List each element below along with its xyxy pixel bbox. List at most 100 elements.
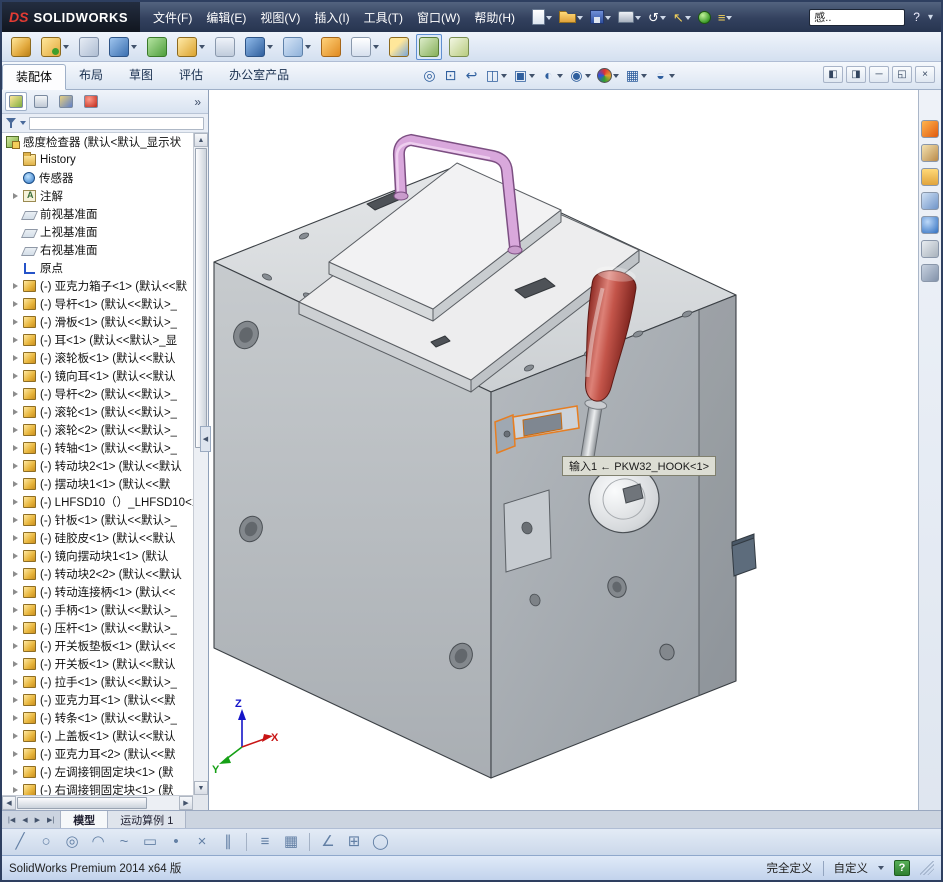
expand-arrow-icon[interactable]: [12, 316, 22, 328]
titlebar-tool-button[interactable]: [616, 10, 643, 24]
dropdown-arrow-icon[interactable]: [659, 15, 666, 23]
expand-arrow-icon[interactable]: [12, 748, 22, 760]
expand-arrow-icon[interactable]: [12, 190, 22, 202]
tree-item[interactable]: (-) 硅胶皮<1> (默认<<默认: [2, 529, 193, 547]
toolbar-button[interactable]: [446, 34, 472, 60]
expand-arrow-icon[interactable]: [12, 532, 22, 544]
dropdown-arrow-icon[interactable]: [585, 73, 591, 81]
document-tab[interactable]: 模型: [61, 811, 109, 828]
tree-item[interactable]: (-) 开关板垫板<1> (默认<<: [2, 637, 193, 655]
titlebar-tool-button[interactable]: [696, 10, 713, 25]
tree-item[interactable]: (-) 导杆<1> (默认<<默认>_: [2, 295, 193, 313]
document-tab[interactable]: 运动算例 1: [108, 811, 187, 828]
tree-item[interactable]: 前视基准面: [2, 205, 193, 223]
toolbar-button[interactable]: [76, 34, 102, 60]
tree-item[interactable]: (-) LHFSD10（）_LHFSD10<1: [2, 493, 193, 511]
expand-arrow-icon[interactable]: [12, 388, 22, 400]
scroll-down-icon[interactable]: [194, 781, 208, 795]
tree-item[interactable]: (-) 亚克力耳<1> (默认<<默: [2, 691, 193, 709]
tree-item[interactable]: History: [2, 151, 193, 169]
panel-tab[interactable]: [5, 92, 27, 111]
tree-item[interactable]: (-) 导杆<2> (默认<<默认>_: [2, 385, 193, 403]
view-tool-button[interactable]: ◉: [567, 65, 593, 85]
expand-arrow-icon[interactable]: [12, 712, 22, 724]
view-tool-button[interactable]: ▣: [511, 65, 537, 85]
dropdown-arrow-icon[interactable]: [684, 15, 691, 23]
tree-item[interactable]: (-) 针板<1> (默认<<默认>_: [2, 511, 193, 529]
tree-item[interactable]: (-) 亚克力耳<2> (默认<<默: [2, 745, 193, 763]
menu-item[interactable]: 工具(T): [357, 5, 410, 30]
view-tool-button[interactable]: ◒: [651, 65, 677, 85]
view-tool-button[interactable]: [595, 67, 621, 84]
expand-arrow-icon[interactable]: [12, 352, 22, 364]
scroll-left-icon[interactable]: [2, 796, 16, 810]
tree-item[interactable]: (-) 拉手<1> (默认<<默认>_: [2, 673, 193, 691]
graphics-area[interactable]: ◀ Z X Y 输入1 ← PKW32_HOOK<1>: [200, 90, 918, 810]
tree-item[interactable]: (-) 左调接铜固定块<1> (默: [2, 763, 193, 781]
toolbar-button[interactable]: [174, 34, 208, 60]
filter-dropdown-icon[interactable]: [20, 121, 26, 128]
expand-arrow-icon[interactable]: [12, 496, 22, 508]
titlebar-tool-button[interactable]: ↺: [646, 9, 668, 26]
tree-item[interactable]: (-) 转动块2<2> (默认<<默认: [2, 565, 193, 583]
dropdown-arrow-icon[interactable]: [546, 15, 552, 23]
scenes-icon[interactable]: [921, 240, 939, 258]
toolbar-button[interactable]: [348, 34, 382, 60]
expand-arrow-icon[interactable]: [12, 334, 22, 346]
toolbar-button[interactable]: [212, 34, 238, 60]
sketch-mirror-icon[interactable]: ∥: [220, 832, 236, 852]
tree-item[interactable]: 传感器: [2, 169, 193, 187]
dropdown-arrow-icon[interactable]: [669, 73, 675, 81]
dropdown-arrow-icon[interactable]: [605, 15, 611, 23]
sketch-spline-icon[interactable]: ~: [116, 832, 132, 852]
tree-item[interactable]: (-) 右调接铜固定块<1> (默: [2, 781, 193, 795]
expand-arrow-icon[interactable]: [12, 442, 22, 454]
titlebar-tool-button[interactable]: [557, 10, 585, 24]
tree-item[interactable]: (-) 滚轮<2> (默认<<默认>_: [2, 421, 193, 439]
dropdown-arrow-icon[interactable]: [267, 45, 273, 52]
sketch-trim-icon[interactable]: ×: [194, 832, 210, 852]
tree-root-item[interactable]: 感度检查器 (默认<默认_显示状: [2, 133, 193, 151]
dropdown-arrow-icon[interactable]: [63, 45, 69, 52]
view-tool-button[interactable]: ◎: [420, 65, 439, 85]
expand-arrow-icon[interactable]: [12, 424, 22, 436]
expand-arrow-icon[interactable]: [12, 460, 22, 472]
command-tab[interactable]: 装配体: [2, 64, 67, 90]
expand-arrow-icon[interactable]: [12, 730, 22, 742]
toolbar-button[interactable]: [280, 34, 314, 60]
toolbar-button[interactable]: [416, 33, 442, 60]
more-tabs-button[interactable]: »: [190, 95, 205, 109]
menu-item[interactable]: 窗口(W): [410, 5, 467, 30]
tree-horizontal-scrollbar[interactable]: [2, 795, 193, 810]
toolbar-button[interactable]: [106, 34, 140, 60]
expand-arrow-icon[interactable]: [12, 550, 22, 562]
horizontal-scroll-thumb[interactable]: [17, 797, 147, 809]
expand-arrow-icon[interactable]: [12, 298, 22, 310]
menu-item[interactable]: 视图(V): [253, 5, 307, 30]
view-tool-button[interactable]: ▦: [623, 65, 649, 85]
dropdown-arrow-icon[interactable]: [305, 45, 311, 52]
titlebar-tool-button[interactable]: ≡: [716, 9, 735, 26]
expand-arrow-icon[interactable]: [12, 280, 22, 292]
first-tab-button[interactable]: |◀: [5, 814, 18, 826]
minimize-window-icon[interactable]: ─: [869, 66, 889, 83]
tree-item[interactable]: (-) 转条<1> (默认<<默认>_: [2, 709, 193, 727]
quick-tips-button[interactable]: ?: [894, 860, 910, 876]
tree-item[interactable]: (-) 耳<1> (默认<<默认>_显: [2, 331, 193, 349]
view-palette-icon[interactable]: [921, 192, 939, 210]
sketch-point-icon[interactable]: •: [168, 832, 184, 852]
file-explorer-icon[interactable]: [921, 168, 939, 186]
expand-arrow-icon[interactable]: [12, 622, 22, 634]
expand-arrow-icon[interactable]: [12, 370, 22, 382]
side-block[interactable]: [731, 533, 757, 577]
view-tool-button[interactable]: ⊡: [441, 65, 460, 85]
sketch-ellipse-icon[interactable]: ◎: [64, 832, 80, 852]
next-tab-button[interactable]: ▶: [32, 814, 43, 826]
help-button[interactable]: ?: [911, 10, 922, 24]
toolbar-button[interactable]: [144, 34, 170, 60]
vertical-scroll-thumb[interactable]: [195, 148, 207, 448]
expand-arrow-icon[interactable]: [12, 640, 22, 652]
command-tab[interactable]: 评估: [166, 63, 216, 89]
expand-arrow-icon[interactable]: [12, 676, 22, 688]
menu-item[interactable]: 编辑(E): [199, 5, 253, 30]
